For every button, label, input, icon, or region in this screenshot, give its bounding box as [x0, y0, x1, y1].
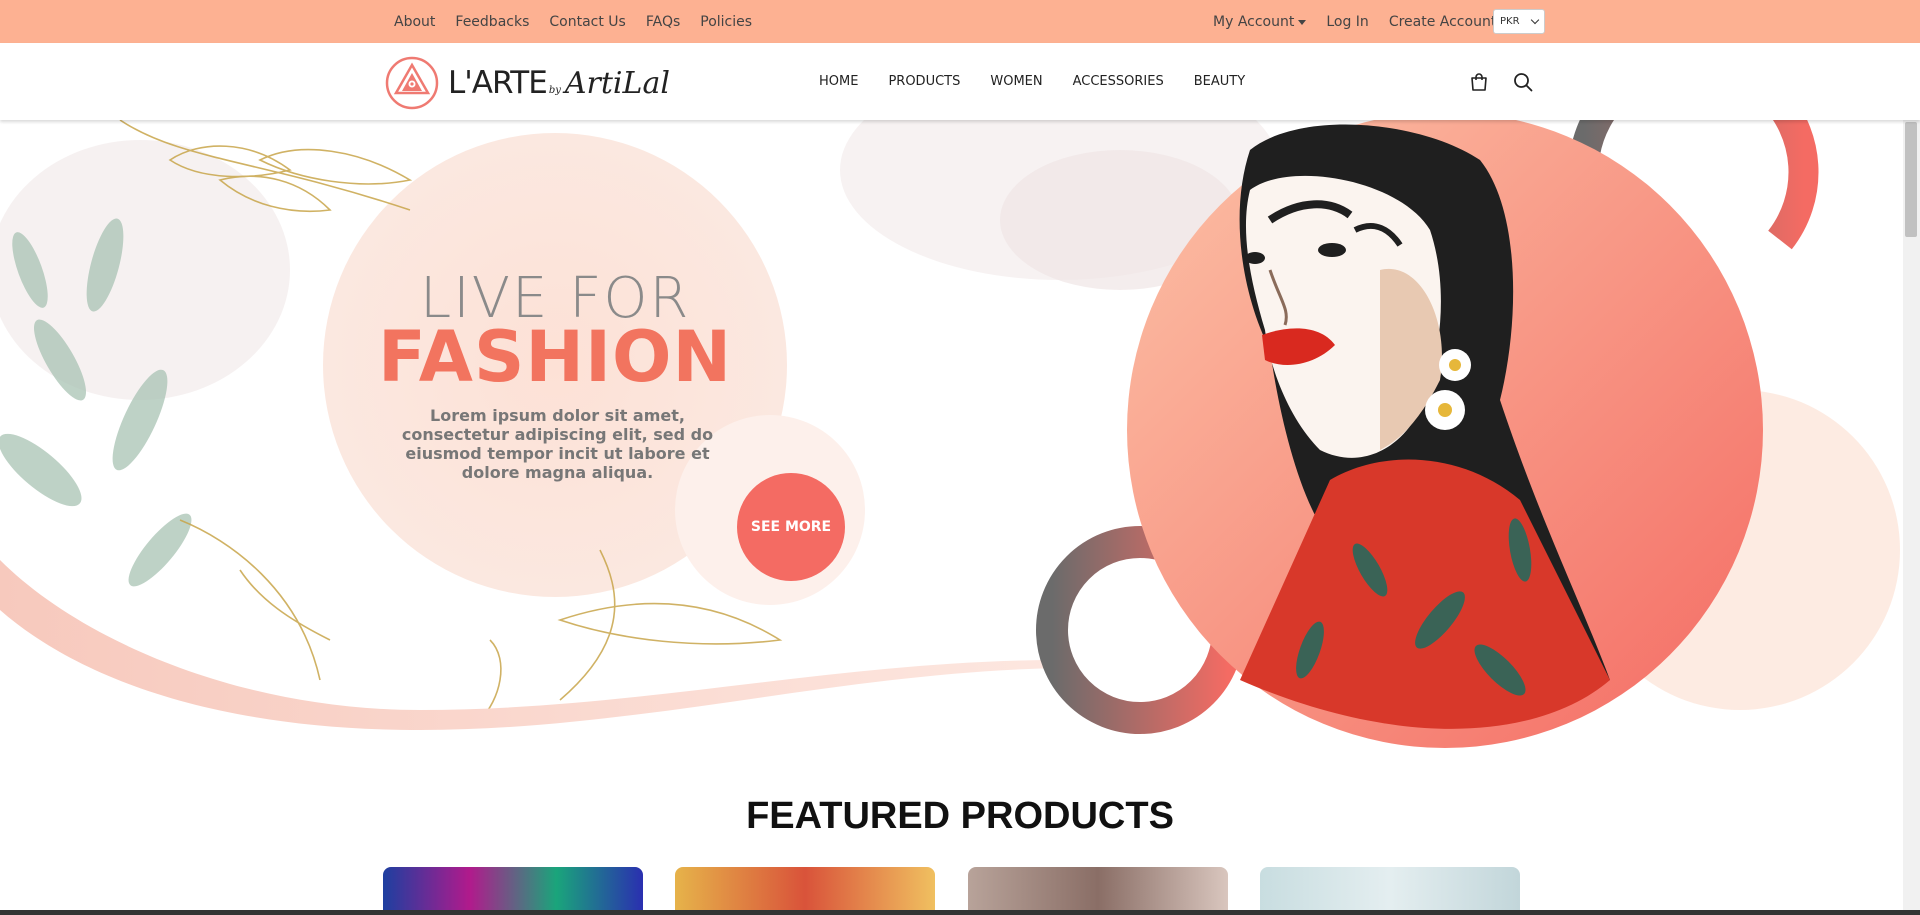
scrollbar-thumb[interactable]	[1905, 122, 1917, 237]
featured-products-title: FEATURED PRODUCTS	[746, 795, 1174, 837]
hero-illustration	[0, 120, 1900, 748]
cart-icon[interactable]	[1468, 71, 1490, 93]
product-card[interactable]	[383, 867, 643, 915]
main-nav: HOME PRODUCTS WOMEN ACCESSORIES BEAUTY	[819, 43, 1245, 120]
logo-text: L'ARTE	[448, 65, 548, 101]
nav-women[interactable]: WOMEN	[990, 74, 1042, 89]
my-account-label: My Account	[1213, 13, 1295, 30]
nav-accessories[interactable]: ACCESSORIES	[1073, 74, 1164, 89]
nav-products[interactable]: PRODUCTS	[888, 74, 960, 89]
hero-description: Lorem ipsum dolor sit amet, consectetur …	[401, 406, 714, 482]
nav-beauty[interactable]: BEAUTY	[1194, 74, 1245, 89]
chevron-down-icon	[1530, 15, 1540, 25]
faqs-link[interactable]: FAQs	[646, 14, 680, 30]
contact-us-link[interactable]: Contact Us	[549, 14, 625, 30]
main-header: L'ARTE by ArtiLal HOME PRODUCTS WOMEN AC…	[0, 43, 1920, 120]
product-card[interactable]	[968, 867, 1228, 915]
site-logo[interactable]: L'ARTE by ArtiLal	[384, 55, 670, 111]
hero-banner: LIVE FOR FASHION Lorem ipsum dolor sit a…	[0, 120, 1920, 760]
page: About Feedbacks Contact Us FAQs Policies…	[0, 0, 1920, 915]
logo-signature: ArtiLal	[564, 65, 670, 101]
search-icon[interactable]	[1512, 71, 1534, 93]
see-more-button[interactable]: SEE MORE	[737, 473, 845, 581]
login-link[interactable]: Log In	[1326, 14, 1368, 30]
top-bar: About Feedbacks Contact Us FAQs Policies…	[0, 0, 1920, 43]
top-links: About Feedbacks Contact Us FAQs Policies	[394, 0, 752, 43]
account-links: My Account Log In Create Account	[1213, 0, 1496, 43]
hero-title-line2: FASHION	[378, 316, 733, 398]
product-card[interactable]	[675, 867, 935, 915]
about-link[interactable]: About	[394, 14, 435, 30]
logo-emblem-icon	[385, 56, 439, 110]
feedbacks-link[interactable]: Feedbacks	[455, 14, 529, 30]
logo-by: by	[548, 84, 561, 96]
my-account-dropdown[interactable]: My Account	[1213, 13, 1307, 30]
window-bottom-edge	[0, 910, 1920, 915]
policies-link[interactable]: Policies	[700, 14, 752, 30]
product-card[interactable]	[1260, 867, 1520, 915]
create-account-link[interactable]: Create Account	[1389, 14, 1497, 30]
currency-value: PKR	[1500, 16, 1520, 27]
caret-down-icon	[1298, 20, 1307, 25]
nav-home[interactable]: HOME	[819, 74, 858, 89]
scrollbar-track[interactable]	[1903, 120, 1920, 915]
currency-select[interactable]: PKR	[1493, 9, 1545, 34]
